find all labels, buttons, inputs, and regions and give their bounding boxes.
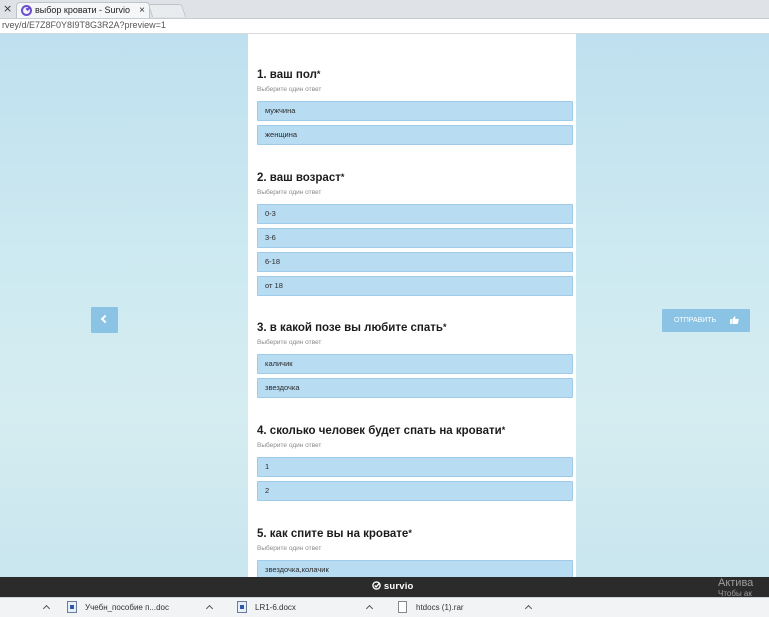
answer-option[interactable]: женщина <box>257 125 573 145</box>
question-title: 3. в какой позе вы любите спать* <box>257 322 447 334</box>
survey-panel: 1. ваш пол* Выберите один ответ мужчина … <box>248 34 576 577</box>
previous-page-button[interactable] <box>91 307 118 333</box>
question-title: 5. как спите вы на кровате* <box>257 528 412 540</box>
chevron-up-icon[interactable] <box>42 604 51 613</box>
question-hint: Выберите один ответ <box>257 442 322 449</box>
question-5: 5. как спите вы на кровате* Выберите оди… <box>257 528 573 577</box>
survio-favicon-icon <box>21 5 32 16</box>
answer-option[interactable]: от 18 <box>257 276 573 296</box>
tab-title: выбор кровати - Survio <box>35 5 131 15</box>
chevron-left-icon <box>100 314 110 324</box>
file-icon <box>398 601 407 613</box>
question-hint: Выберите один ответ <box>257 339 322 346</box>
url-text: rvey/d/E7Z8F0Y8I9T8G3R2A?preview=1 <box>2 20 166 30</box>
word-file-icon <box>237 601 247 613</box>
question-hint: Выберите один ответ <box>257 545 322 552</box>
answer-option[interactable]: 6-18 <box>257 252 573 272</box>
browser-tab[interactable]: выбор кровати - Survio × <box>16 2 150 18</box>
downloads-bar: Учебн_пособие п...doc LR1-6.docx htdocs … <box>0 597 769 617</box>
survio-footer: survio Актива Чтобы ак <box>0 577 769 598</box>
answer-option[interactable]: каличик <box>257 354 573 374</box>
tab-bar: × выбор кровати - Survio × <box>0 0 769 19</box>
answer-option[interactable]: звездочка <box>257 378 573 398</box>
question-hint: Выберите один ответ <box>257 189 322 196</box>
activate-windows-watermark: Актива Чтобы ак <box>718 577 754 598</box>
survey-page: 1. ваш пол* Выберите один ответ мужчина … <box>0 34 769 577</box>
answer-option[interactable]: 2 <box>257 481 573 501</box>
download-item[interactable]: Учебн_пособие п...doc <box>67 601 217 616</box>
answer-option[interactable]: звездочка,колачик <box>257 560 573 577</box>
submit-button-label: ОТПРАВИТЬ <box>674 317 717 324</box>
close-icon[interactable]: × <box>3 2 12 15</box>
answer-option[interactable]: 0-3 <box>257 204 573 224</box>
question-4: 4. сколько человек будет спать на кроват… <box>257 425 573 505</box>
survio-logo-icon <box>372 581 381 590</box>
submit-button[interactable]: ОТПРАВИТЬ <box>662 309 750 332</box>
question-title: 4. сколько человек будет спать на кроват… <box>257 425 506 437</box>
word-file-icon <box>67 601 77 613</box>
question-title: 2. ваш возраст* <box>257 172 345 184</box>
survio-logo: survio <box>372 581 414 592</box>
download-item[interactable]: htdocs (1).rar <box>398 601 538 616</box>
question-1: 1. ваш пол* Выберите один ответ мужчина … <box>257 69 573 149</box>
answer-option[interactable]: мужчина <box>257 101 573 121</box>
tab-close-icon[interactable]: × <box>139 3 145 18</box>
question-title: 1. ваш пол* <box>257 69 321 81</box>
new-tab-button[interactable] <box>147 4 187 17</box>
download-item[interactable]: LR1-6.docx <box>237 601 377 616</box>
thumbs-up-icon <box>730 316 739 324</box>
question-hint: Выберите один ответ <box>257 86 322 93</box>
address-bar[interactable]: rvey/d/E7Z8F0Y8I9T8G3R2A?preview=1 <box>0 19 769 34</box>
question-2: 2. ваш возраст* Выберите один ответ 0-3 … <box>257 172 573 300</box>
answer-option[interactable]: 1 <box>257 457 573 477</box>
question-3: 3. в какой позе вы любите спать* Выберит… <box>257 322 573 402</box>
answer-option[interactable]: 3-6 <box>257 228 573 248</box>
